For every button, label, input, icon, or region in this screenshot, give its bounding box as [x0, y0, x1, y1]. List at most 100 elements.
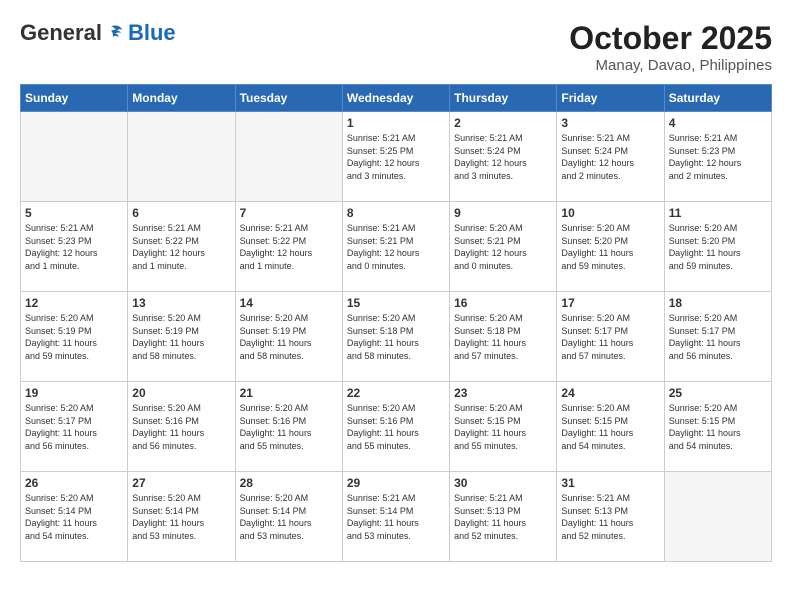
calendar-cell: 27 Sunrise: 5:20 AMSunset: 5:14 PMDayligh… — [128, 472, 235, 562]
day-number: 30 — [454, 476, 552, 490]
logo-general: General — [20, 20, 102, 46]
cell-content: Sunrise: 5:21 AMSunset: 5:23 PMDaylight:… — [25, 222, 123, 272]
calendar-cell: 22 Sunrise: 5:20 AMSunset: 5:16 PMDayligh… — [342, 382, 449, 472]
day-number: 18 — [669, 296, 767, 310]
calendar-table: SundayMondayTuesdayWednesdayThursdayFrid… — [20, 84, 772, 562]
calendar-cell: 5 Sunrise: 5:21 AMSunset: 5:23 PMDaylight… — [21, 202, 128, 292]
cell-content: Sunrise: 5:20 AMSunset: 5:20 PMDaylight:… — [669, 222, 767, 272]
calendar-cell: 19Sunrise: 5:20 AMSunset: 5:17 PMDayligh… — [21, 382, 128, 472]
cell-content: Sunrise: 5:20 AMSunset: 5:14 PMDaylight:… — [240, 492, 338, 542]
month-year: October 2025 — [569, 20, 772, 57]
cell-content: Sunrise: 5:20 AMSunset: 5:17 PMDaylight:… — [669, 312, 767, 362]
cell-content: Sunrise: 5:20 AMSunset: 5:18 PMDaylight:… — [347, 312, 445, 362]
calendar-cell: 12 Sunrise: 5:20 AMSunset: 5:19 PMDayligh… — [21, 292, 128, 382]
calendar-week-row: 19Sunrise: 5:20 AMSunset: 5:17 PMDayligh… — [21, 382, 772, 472]
day-number: 1 — [347, 116, 445, 130]
calendar-cell: 29 Sunrise: 5:21 AMSunset: 5:14 PMDayligh… — [342, 472, 449, 562]
logo: General Blue — [20, 20, 176, 46]
calendar-week-row: 26 Sunrise: 5:20 AMSunset: 5:14 PMDayligh… — [21, 472, 772, 562]
calendar-cell — [128, 112, 235, 202]
calendar-cell: 6Sunrise: 5:21 AMSunset: 5:22 PMDaylight… — [128, 202, 235, 292]
day-number: 11 — [669, 206, 767, 220]
calendar-cell: 16 Sunrise: 5:20 AMSunset: 5:18 PMDayligh… — [450, 292, 557, 382]
day-number: 13 — [132, 296, 230, 310]
calendar-cell: 4 Sunrise: 5:21 AMSunset: 5:23 PMDaylight… — [664, 112, 771, 202]
calendar-cell: 1 Sunrise: 5:21 AMSunset: 5:25 PMDaylight… — [342, 112, 449, 202]
calendar-cell: 7Sunrise: 5:21 AMSunset: 5:22 PMDaylight… — [235, 202, 342, 292]
day-number: 26 — [25, 476, 123, 490]
day-number: 16 — [454, 296, 552, 310]
calendar-cell — [21, 112, 128, 202]
calendar-cell: 3 Sunrise: 5:21 AMSunset: 5:24 PMDaylight… — [557, 112, 664, 202]
cell-content: Sunrise: 5:21 AMSunset: 5:14 PMDaylight:… — [347, 492, 445, 542]
day-number: 20 — [132, 386, 230, 400]
cell-content: Sunrise: 5:21 AMSunset: 5:23 PMDaylight:… — [669, 132, 767, 182]
calendar-cell: 9 Sunrise: 5:20 AMSunset: 5:21 PMDaylight… — [450, 202, 557, 292]
calendar-cell: 14 Sunrise: 5:20 AMSunset: 5:19 PMDayligh… — [235, 292, 342, 382]
day-number: 9 — [454, 206, 552, 220]
calendar-cell: 8Sunrise: 5:21 AMSunset: 5:21 PMDaylight… — [342, 202, 449, 292]
title-block: October 2025 Manay, Davao, Philippines — [569, 20, 772, 74]
cell-content: Sunrise: 5:20 AMSunset: 5:16 PMDaylight:… — [347, 402, 445, 452]
calendar-cell: 24Sunrise: 5:20 AMSunset: 5:15 PMDayligh… — [557, 382, 664, 472]
logo-bird-icon — [106, 23, 126, 43]
day-header-saturday: Saturday — [664, 85, 771, 112]
calendar-week-row: 5 Sunrise: 5:21 AMSunset: 5:23 PMDaylight… — [21, 202, 772, 292]
calendar-cell: 2Sunrise: 5:21 AMSunset: 5:24 PMDaylight… — [450, 112, 557, 202]
day-number: 24 — [561, 386, 659, 400]
calendar-cell: 21 Sunrise: 5:20 AMSunset: 5:16 PMDayligh… — [235, 382, 342, 472]
day-number: 2 — [454, 116, 552, 130]
day-number: 7 — [240, 206, 338, 220]
cell-content: Sunrise: 5:20 AMSunset: 5:14 PMDaylight:… — [132, 492, 230, 542]
cell-content: Sunrise: 5:20 AMSunset: 5:19 PMDaylight:… — [25, 312, 123, 362]
calendar-cell: 25 Sunrise: 5:20 AMSunset: 5:15 PMDayligh… — [664, 382, 771, 472]
day-number: 8 — [347, 206, 445, 220]
day-number: 3 — [561, 116, 659, 130]
day-number: 15 — [347, 296, 445, 310]
calendar-cell: 11 Sunrise: 5:20 AMSunset: 5:20 PMDayligh… — [664, 202, 771, 292]
cell-content: Sunrise: 5:20 AMSunset: 5:18 PMDaylight:… — [454, 312, 552, 362]
day-number: 4 — [669, 116, 767, 130]
day-header-wednesday: Wednesday — [342, 85, 449, 112]
day-number: 14 — [240, 296, 338, 310]
cell-content: Sunrise: 5:20 AMSunset: 5:19 PMDaylight:… — [240, 312, 338, 362]
calendar-cell: 15 Sunrise: 5:20 AMSunset: 5:18 PMDayligh… — [342, 292, 449, 382]
day-number: 10 — [561, 206, 659, 220]
day-number: 27 — [132, 476, 230, 490]
day-number: 28 — [240, 476, 338, 490]
day-number: 31 — [561, 476, 659, 490]
calendar-cell: 23Sunrise: 5:20 AMSunset: 5:15 PMDayligh… — [450, 382, 557, 472]
cell-content: Sunrise: 5:20 AMSunset: 5:21 PMDaylight:… — [454, 222, 552, 272]
calendar-cell: 13 Sunrise: 5:20 AMSunset: 5:19 PMDayligh… — [128, 292, 235, 382]
calendar-cell: 20Sunrise: 5:20 AMSunset: 5:16 PMDayligh… — [128, 382, 235, 472]
calendar-cell: 31Sunrise: 5:21 AMSunset: 5:13 PMDayligh… — [557, 472, 664, 562]
day-number: 29 — [347, 476, 445, 490]
cell-content: Sunrise: 5:20 AMSunset: 5:16 PMDaylight:… — [240, 402, 338, 452]
day-number: 21 — [240, 386, 338, 400]
day-number: 6 — [132, 206, 230, 220]
calendar-cell: 17 Sunrise: 5:20 AMSunset: 5:17 PMDayligh… — [557, 292, 664, 382]
day-number: 22 — [347, 386, 445, 400]
cell-content: Sunrise: 5:21 AMSunset: 5:25 PMDaylight:… — [347, 132, 445, 182]
calendar-cell — [664, 472, 771, 562]
day-number: 5 — [25, 206, 123, 220]
day-header-thursday: Thursday — [450, 85, 557, 112]
day-header-monday: Monday — [128, 85, 235, 112]
cell-content: Sunrise: 5:20 AMSunset: 5:15 PMDaylight:… — [669, 402, 767, 452]
cell-content: Sunrise: 5:20 AMSunset: 5:20 PMDaylight:… — [561, 222, 659, 272]
cell-content: Sunrise: 5:20 AMSunset: 5:19 PMDaylight:… — [132, 312, 230, 362]
calendar-header-row: SundayMondayTuesdayWednesdayThursdayFrid… — [21, 85, 772, 112]
day-number: 12 — [25, 296, 123, 310]
day-number: 19 — [25, 386, 123, 400]
page-header: General Blue October 2025 Manay, Davao, … — [20, 20, 772, 74]
day-header-tuesday: Tuesday — [235, 85, 342, 112]
day-number: 17 — [561, 296, 659, 310]
cell-content: Sunrise: 5:21 AMSunset: 5:24 PMDaylight:… — [561, 132, 659, 182]
calendar-cell — [235, 112, 342, 202]
location: Manay, Davao, Philippines — [569, 57, 772, 74]
cell-content: Sunrise: 5:20 AMSunset: 5:14 PMDaylight:… — [25, 492, 123, 542]
cell-content: Sunrise: 5:20 AMSunset: 5:17 PMDaylight:… — [561, 312, 659, 362]
calendar-cell: 30Sunrise: 5:21 AMSunset: 5:13 PMDayligh… — [450, 472, 557, 562]
calendar-week-row: 12 Sunrise: 5:20 AMSunset: 5:19 PMDayligh… — [21, 292, 772, 382]
day-number: 25 — [669, 386, 767, 400]
